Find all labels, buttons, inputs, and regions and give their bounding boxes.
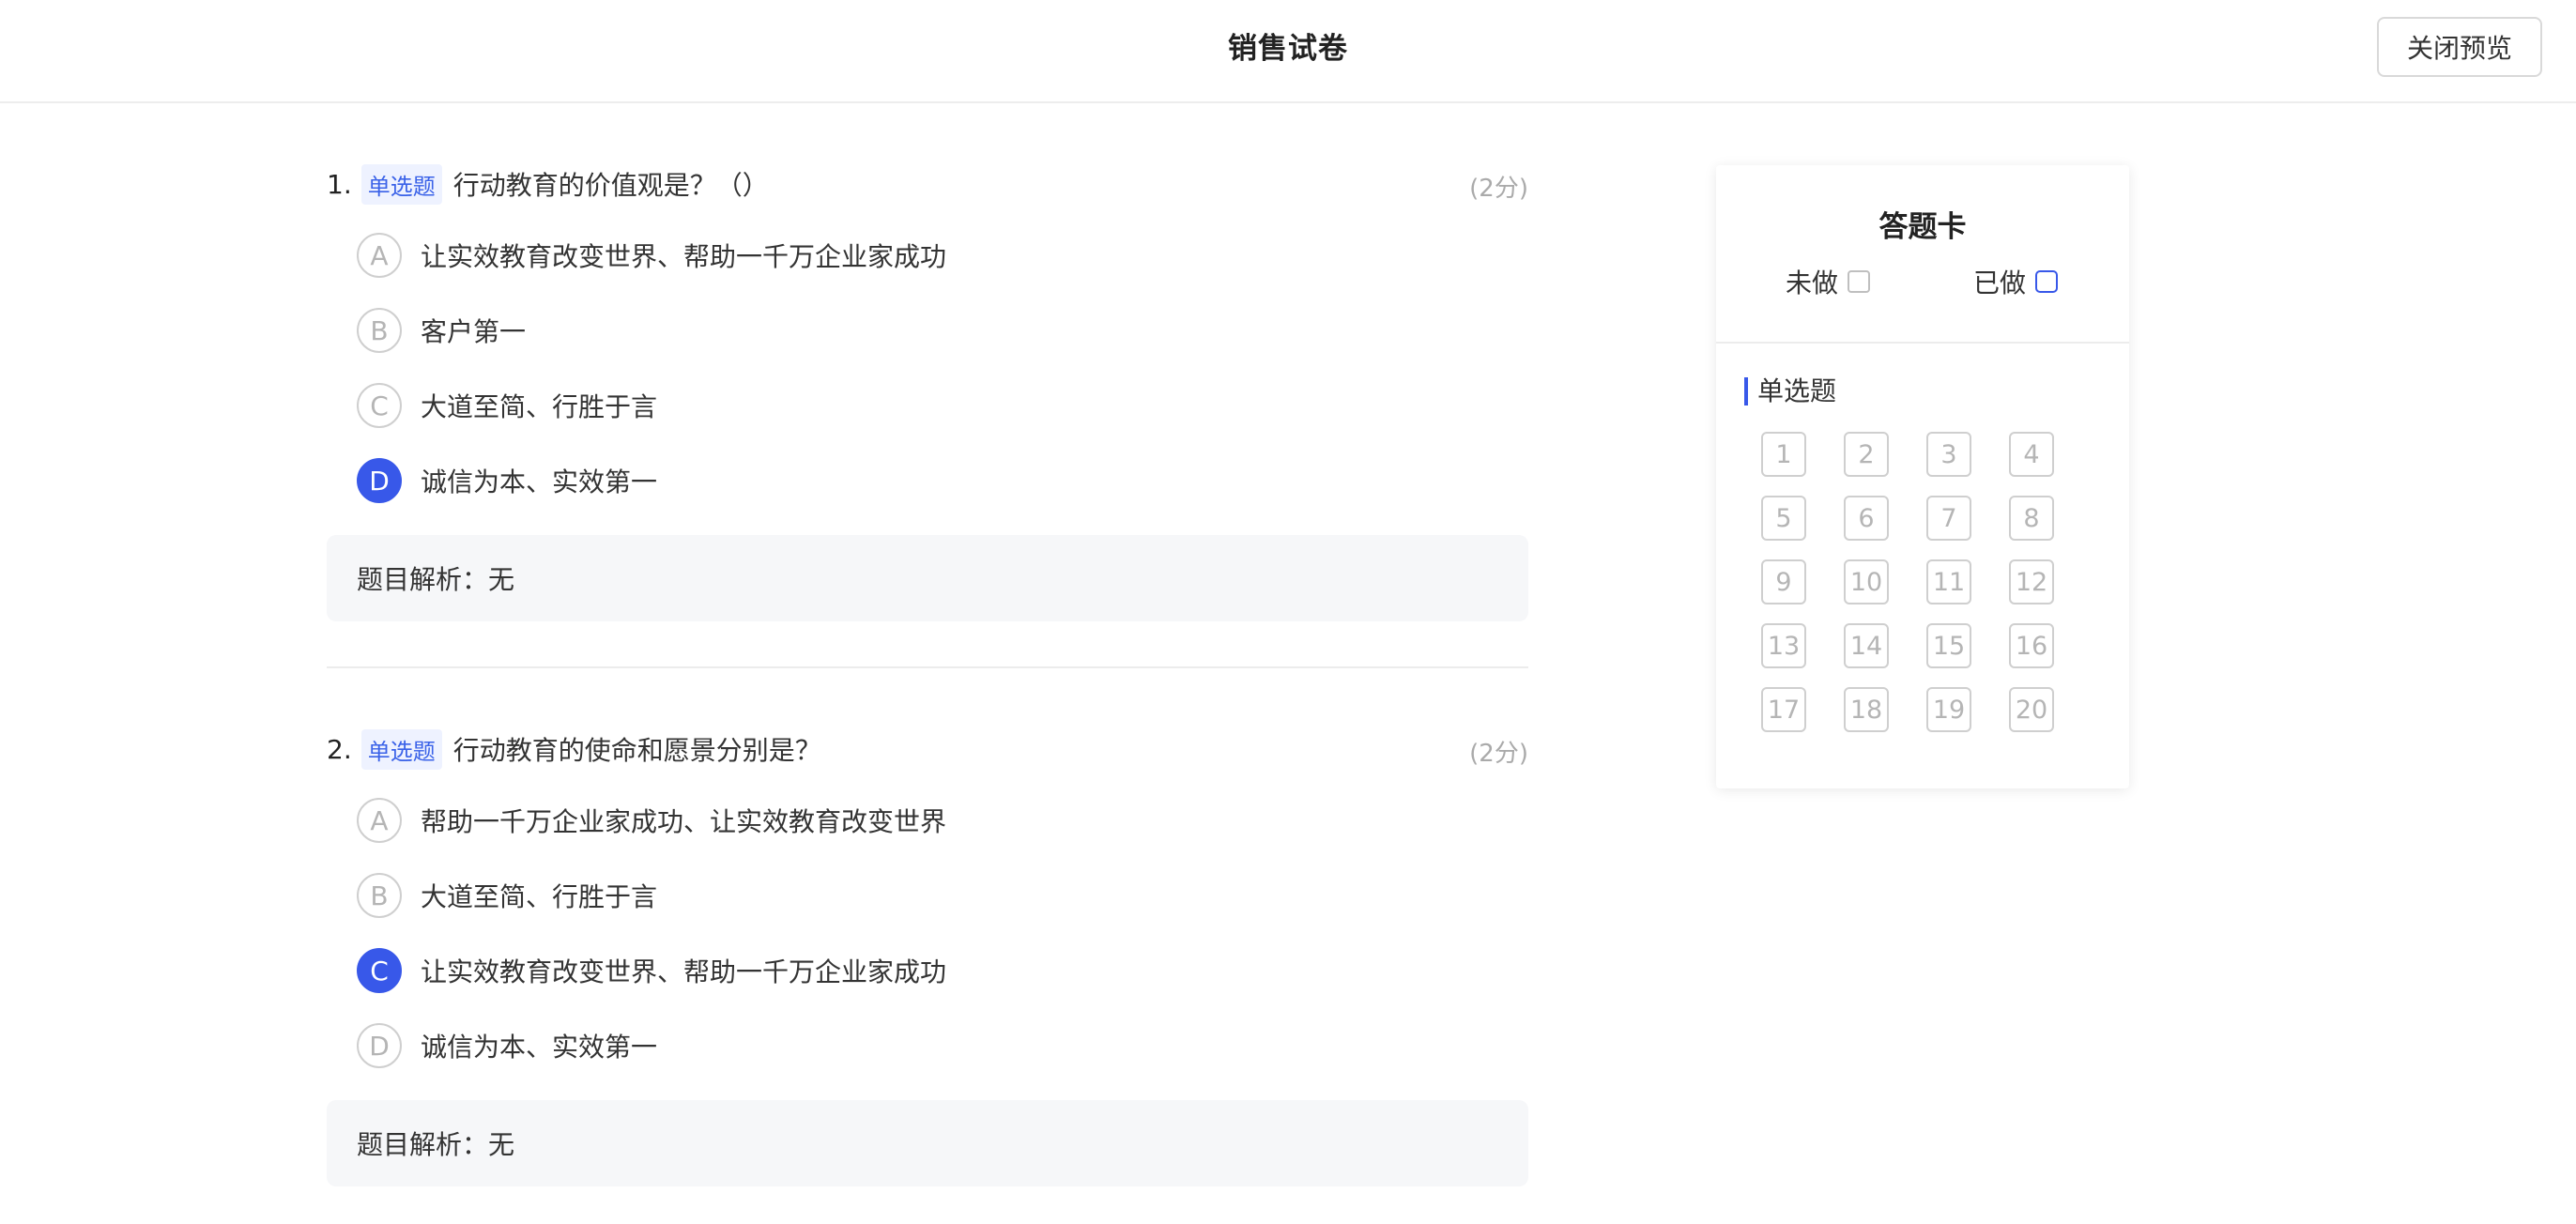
- question-nav-cell[interactable]: 17: [1761, 687, 1806, 732]
- done-square-icon: [2035, 270, 2059, 293]
- question-analysis: 题目解析：无: [327, 1100, 1528, 1186]
- page-title: 销售试卷: [1228, 32, 1348, 66]
- question-nav-cell[interactable]: 2: [1844, 432, 1889, 477]
- question-type-tag: 单选题: [360, 163, 442, 205]
- question-nav-cell[interactable]: 13: [1761, 623, 1806, 668]
- question-2: 2. 单选题 行动教育的使命和愿景分别是？ (2分) A 帮助一千万企业家成功、…: [327, 668, 1528, 1224]
- question-nav-cell[interactable]: 14: [1844, 623, 1889, 668]
- option-a[interactable]: A 让实效教育改变世界、帮助一千万企业家成功: [357, 218, 1528, 293]
- option-letter[interactable]: B: [357, 308, 402, 353]
- question-nav-cell[interactable]: 10: [1844, 559, 1889, 604]
- question-nav-cell[interactable]: 15: [1926, 623, 1971, 668]
- legend-undone: 未做: [1786, 263, 1871, 300]
- option-text: 让实效教育改变世界、帮助一千万企业家成功: [421, 956, 947, 987]
- question-nav-cell[interactable]: 8: [2009, 496, 2054, 541]
- option-text: 大道至简、行胜于言: [421, 881, 658, 912]
- undone-square-icon: [1848, 270, 1871, 293]
- option-letter-selected[interactable]: D: [357, 458, 402, 503]
- question-nav-cell[interactable]: 16: [2009, 623, 2054, 668]
- question-header: 1. 单选题 行动教育的价值观是？（） (2分): [327, 163, 1528, 205]
- question-number: 1.: [327, 168, 352, 200]
- question-type-tag: 单选题: [360, 728, 442, 770]
- question-nav-cell[interactable]: 19: [1926, 687, 1971, 732]
- answer-card-header: 答题卡 未做 已做: [1716, 165, 2129, 344]
- question-nav-cell[interactable]: 20: [2009, 687, 2054, 732]
- header-bar: 销售试卷 关闭预览: [0, 0, 2576, 103]
- question-text: 行动教育的价值观是？（）: [452, 170, 769, 201]
- option-list: A 让实效教育改变世界、帮助一千万企业家成功 B 客户第一 C 大道至简、行胜于…: [327, 218, 1528, 518]
- question-nav-cell[interactable]: 18: [1844, 687, 1889, 732]
- question-nav-cell[interactable]: 5: [1761, 496, 1806, 541]
- question-number-grid: 1 2 3 4 5 6 7 8 9 10 11 12 13 14 15 16 1…: [1761, 432, 2099, 732]
- answer-card: 答题卡 未做 已做 单选题 1 2 3 4 5 6 7 8 9 10 11 12…: [1716, 165, 2129, 788]
- option-letter[interactable]: D: [357, 1023, 402, 1068]
- question-text: 行动教育的使命和愿景分别是？: [452, 735, 821, 766]
- option-text: 客户第一: [421, 316, 527, 347]
- option-b[interactable]: B 客户第一: [357, 293, 1528, 368]
- question-1: 1. 单选题 行动教育的价值观是？（） (2分) A 让实效教育改变世界、帮助一…: [327, 103, 1528, 668]
- option-letter-selected[interactable]: C: [357, 948, 402, 993]
- option-letter[interactable]: B: [357, 873, 402, 918]
- option-text: 让实效教育改变世界、帮助一千万企业家成功: [421, 241, 947, 272]
- option-text: 帮助一千万企业家成功、让实效教育改变世界: [421, 806, 947, 837]
- option-a[interactable]: A 帮助一千万企业家成功、让实效教育改变世界: [357, 783, 1528, 858]
- option-letter[interactable]: C: [357, 383, 402, 428]
- option-letter[interactable]: A: [357, 798, 402, 843]
- question-nav-cell[interactable]: 9: [1761, 559, 1806, 604]
- question-nav-cell[interactable]: 7: [1926, 496, 1971, 541]
- question-nav-cell[interactable]: 1: [1761, 432, 1806, 477]
- question-score: (2分): [1469, 175, 1528, 203]
- option-b[interactable]: B 大道至简、行胜于言: [357, 858, 1528, 933]
- close-preview-button[interactable]: 关闭预览: [2377, 17, 2542, 77]
- answer-card-title: 答题卡: [1878, 210, 1967, 244]
- question-header: 2. 单选题 行动教育的使命和愿景分别是？ (2分): [327, 728, 1528, 770]
- question-list: 1. 单选题 行动教育的价值观是？（） (2分) A 让实效教育改变世界、帮助一…: [327, 103, 1528, 1224]
- question-nav-cell[interactable]: 12: [2009, 559, 2054, 604]
- question-nav-cell[interactable]: 11: [1926, 559, 1971, 604]
- option-list: A 帮助一千万企业家成功、让实效教育改变世界 B 大道至简、行胜于言 C 让实效…: [327, 783, 1528, 1083]
- option-text: 诚信为本、实效第一: [421, 1032, 658, 1063]
- option-text: 大道至简、行胜于言: [421, 391, 658, 422]
- option-d[interactable]: D 诚信为本、实效第一: [357, 443, 1528, 518]
- question-analysis: 题目解析：无: [327, 535, 1528, 621]
- question-nav-cell[interactable]: 3: [1926, 432, 1971, 477]
- legend-undone-label: 未做: [1786, 268, 1839, 298]
- question-nav-cell[interactable]: 6: [1844, 496, 1889, 541]
- question-score: (2分): [1469, 740, 1528, 768]
- option-letter[interactable]: A: [357, 233, 402, 278]
- answer-card-section-label: 单选题: [1744, 377, 1836, 405]
- option-c[interactable]: C 让实效教育改变世界、帮助一千万企业家成功: [357, 933, 1528, 1008]
- option-c[interactable]: C 大道至简、行胜于言: [357, 368, 1528, 443]
- legend-done: 已做: [1973, 263, 2059, 300]
- option-text: 诚信为本、实效第一: [421, 467, 658, 497]
- legend-done-label: 已做: [1973, 268, 2027, 298]
- question-number: 2.: [327, 733, 352, 765]
- option-d[interactable]: D 诚信为本、实效第一: [357, 1008, 1528, 1083]
- question-nav-cell[interactable]: 4: [2009, 432, 2054, 477]
